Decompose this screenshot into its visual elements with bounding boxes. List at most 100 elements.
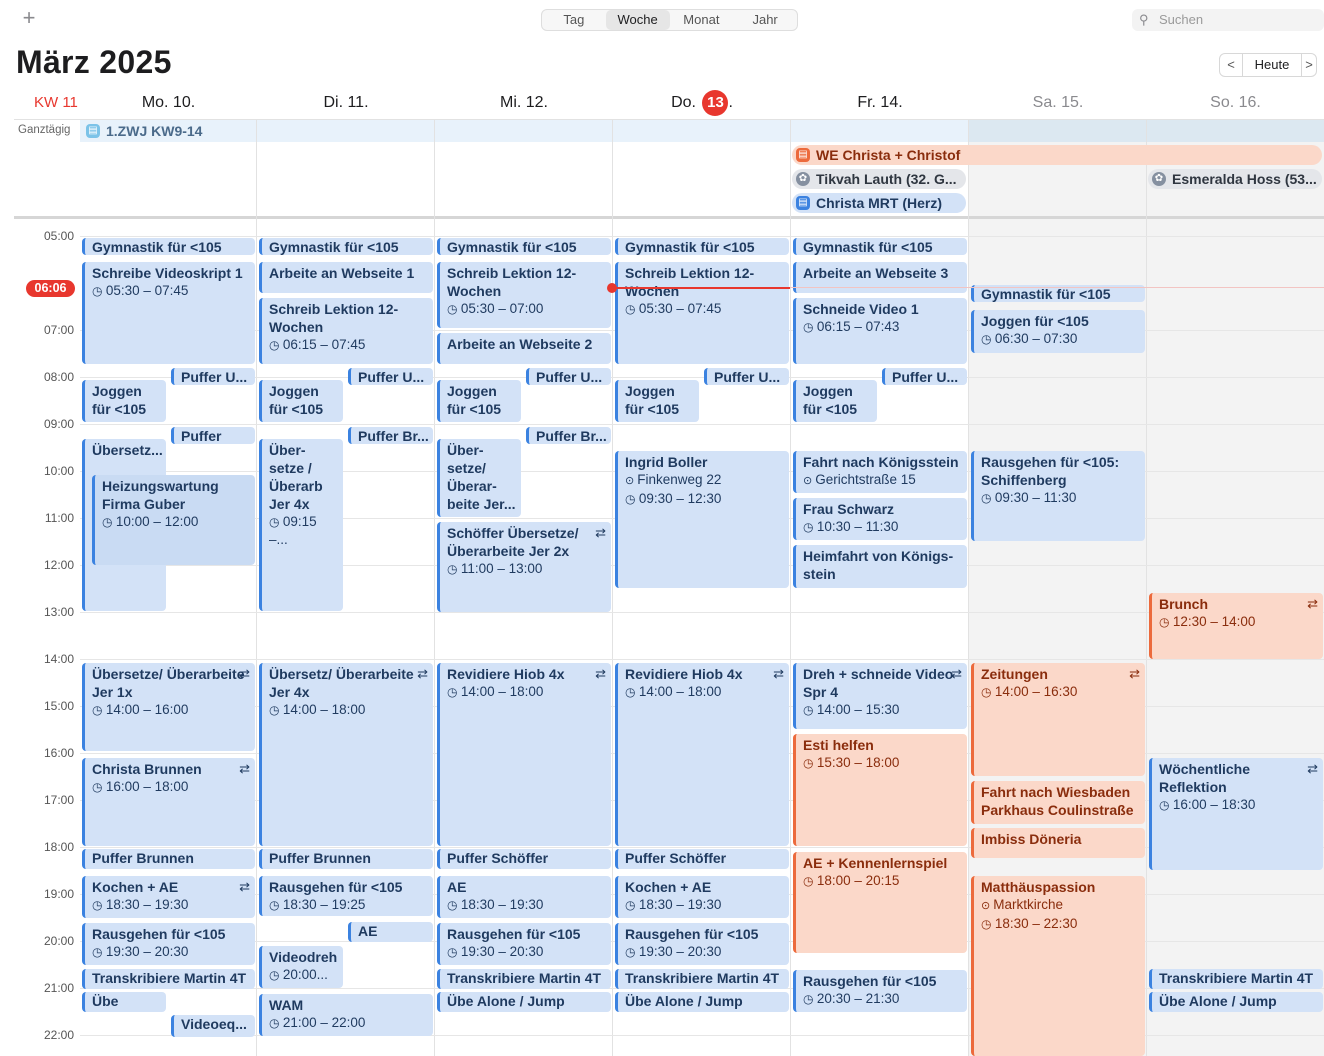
event-videoeq[interactable]: Videoeq... <box>171 1015 255 1037</box>
day-header-sat[interactable]: Sa. 15. <box>969 92 1147 114</box>
event-schiffenberg[interactable]: Rausgehen für <105: Schiffenberg09:30 – … <box>971 451 1145 541</box>
allday-event-we[interactable]: ▤ WE Christa + Christof <box>792 145 1322 165</box>
event-title: Joggen für <105 <box>447 383 502 417</box>
event-hiob[interactable]: Revidiere Hiob 4x14:00 – 18:00 ⇄ <box>615 663 789 846</box>
view-month-button[interactable]: Monat <box>670 10 734 30</box>
event-rausgehen[interactable]: Rausgehen für <10519:30 – 20:30 <box>82 923 255 965</box>
event-puffer[interactable]: Puffer U... <box>526 368 611 385</box>
event-webseite[interactable]: Arbeite an Webseite 1 <box>259 262 433 293</box>
event-puffer[interactable]: Puffer Br... <box>171 427 255 444</box>
event-matthaeuspassion[interactable]: MatthäuspassionMarktkirche18:30 – 22:30 <box>971 876 1145 1056</box>
event-gymnastik[interactable]: Gymnastik für <105 <box>437 238 611 255</box>
allday-event-esmeralda[interactable]: ✿ Esmeralda Hoss (53... <box>1148 169 1322 189</box>
event-joggen[interactable]: Joggen für <105 <box>437 380 521 422</box>
event-zeitungen[interactable]: Zeitungen14:00 – 16:30 ⇄ <box>971 663 1145 776</box>
event-wam[interactable]: WAM21:00 – 22:00 <box>259 994 433 1036</box>
event-schoeffer[interactable]: Schöffer Übersetze/ Überarbeite Jer 2x11… <box>437 522 611 612</box>
event-transkribiere[interactable]: Transkribiere Martin 4T <box>437 969 611 989</box>
view-year-button[interactable]: Jahr <box>733 10 797 30</box>
event-puffer[interactable]: Puffer Br... <box>526 427 611 444</box>
event-schneide-video[interactable]: Schneide Video 106:15 – 07:43 <box>793 298 967 364</box>
event-hiob[interactable]: Revidiere Hiob 4x14:00 – 18:00 ⇄ <box>437 663 611 846</box>
event-joggen[interactable]: Joggen für <10506:30 – 07:30 <box>971 310 1145 353</box>
event-fahrt[interactable]: Fahrt nach KönigssteinGerichtstraße 15 <box>793 451 967 493</box>
event-puffer[interactable]: Puffer U... <box>171 368 255 385</box>
prev-week-button[interactable]: < <box>1220 54 1243 76</box>
event-videodreh[interactable]: Videodreh20:00... <box>259 946 343 988</box>
event-puffer-schoeffer[interactable]: Puffer Schöffer <box>615 849 789 869</box>
event-kochen[interactable]: Kochen + AE18:30 – 19:30 ⇄ <box>82 876 255 918</box>
event-uebe[interactable]: Übe Alon... <box>82 992 166 1012</box>
event-ingrid[interactable]: Ingrid BollerFinkenweg 2209:30 – 12:30 <box>615 451 789 588</box>
day-header-mon[interactable]: Mo. 10. <box>80 92 257 114</box>
event-uebe[interactable]: Übe Alone / Jump <box>437 992 611 1012</box>
add-event-button[interactable]: + <box>18 6 40 30</box>
event-frau-schwarz[interactable]: Frau Schwarz10:30 – 11:30 <box>793 498 967 540</box>
event-puffer-brunnen[interactable]: Puffer Brunnen <box>82 849 255 869</box>
day-header-thu[interactable]: Do. 13. <box>613 90 791 116</box>
event-webseite[interactable]: Arbeite an Webseite 2 <box>437 333 611 364</box>
event-puffer[interactable]: Puffer U... <box>882 368 967 385</box>
event-rausgehen[interactable]: Rausgehen für <10519:30 – 20:30 <box>615 923 789 965</box>
allday-event-zwj[interactable]: ▤ 1.ZWJ KW9-14 <box>82 121 382 141</box>
event-puffer[interactable]: Puffer Br... <box>348 427 433 444</box>
day-header-wed[interactable]: Mi. 12. <box>435 92 613 114</box>
event-gymnastik[interactable]: Gymnastik für <105 <box>615 238 789 255</box>
event-kochen[interactable]: Kochen + AE18:30 – 19:30 <box>615 876 789 918</box>
event-heimfahrt[interactable]: Heimfahrt von Königs- stein <box>793 545 967 588</box>
event-lektion[interactable]: Schreib Lektion 12-Wochen05:30 – 07:45 <box>615 262 789 364</box>
event-ae[interactable]: AE <box>348 922 433 942</box>
day-header-fri[interactable]: Fr. 14. <box>791 92 969 114</box>
event-brunch[interactable]: Brunch12:30 – 14:00 ⇄ <box>1149 593 1323 659</box>
today-button[interactable]: Heute <box>1243 54 1302 76</box>
event-transkribiere[interactable]: Transkribiere Martin 4T <box>1149 969 1323 989</box>
event-gymnastik[interactable]: Gymnastik für <105 <box>793 238 967 255</box>
day-header-tue[interactable]: Di. 11. <box>257 92 435 114</box>
event-transkribiere[interactable]: Transkribiere Martin 4T <box>615 969 789 989</box>
event-christa[interactable]: Christa Brunnen16:00 – 18:00 ⇄ <box>82 758 255 846</box>
event-joggen[interactable]: Joggen für <105 <box>82 380 166 422</box>
event-ueber[interactable]: Über- setze/ Überar- beite Jer... <box>437 439 521 517</box>
event-rausgehen[interactable]: Rausgehen für <10519:30 – 20:30 <box>437 923 611 965</box>
event-jer[interactable]: Übersetze/ Überarbeite Jer 1x14:00 – 16:… <box>82 663 255 751</box>
event-lektion[interactable]: Schreib Lektion 12-Wochen06:15 – 07:45 <box>259 298 433 364</box>
event-transkribiere[interactable]: Transkribiere Martin 4T <box>82 969 255 989</box>
allday-event-tikvah[interactable]: ✿ Tikvah Lauth (32. G... <box>792 169 966 189</box>
event-uebe[interactable]: Übe Alone / Jump <box>615 992 789 1012</box>
view-week-button[interactable]: Woche <box>605 10 670 30</box>
search-field[interactable]: ⚲ Suchen <box>1132 9 1324 31</box>
event-heizung[interactable]: Heizungswartung Firma Guber10:00 – 12:00 <box>92 475 255 565</box>
event-esti[interactable]: Esti helfen15:30 – 18:00 <box>793 734 967 846</box>
event-gymnastik[interactable]: Gymnastik für <105 <box>82 238 255 255</box>
event-videoskript[interactable]: Schreibe Videoskript 105:30 – 07:45 <box>82 262 255 364</box>
event-uebe[interactable]: Übe Alone / Jump <box>1149 992 1323 1012</box>
event-dreh[interactable]: Dreh + schneide Video Spr 414:00 – 15:30… <box>793 663 967 729</box>
event-gymnastik[interactable]: Gymnastik für <105 <box>259 238 433 255</box>
event-joggen[interactable]: Joggen für <105 <box>615 380 699 422</box>
event-puffer-schoeffer[interactable]: Puffer Schöffer <box>437 849 611 869</box>
event-imbiss[interactable]: Imbiss Döneria <box>971 828 1145 858</box>
event-rausgehen[interactable]: Rausgehen für <10520:30 – 21:30 <box>793 970 967 1012</box>
time-label: 11:00 <box>44 511 74 525</box>
view-day-button[interactable]: Tag <box>542 10 606 30</box>
event-ae[interactable]: AE18:30 – 19:30 <box>437 876 611 918</box>
event-puffer-brunnen[interactable]: Puffer Brunnen <box>259 849 433 869</box>
day-header-sun[interactable]: So. 16. <box>1147 92 1324 114</box>
event-jer[interactable]: Übersetz/ Überarbeite Jer 4x14:00 – 18:0… <box>259 663 433 846</box>
event-joggen[interactable]: Joggen für <105 <box>259 380 343 422</box>
event-title: Joggen für <105 <box>803 383 858 417</box>
event-puffer[interactable]: Puffer U... <box>704 368 789 385</box>
magnifier-icon: ⚲ <box>1139 12 1149 27</box>
event-rausgehen[interactable]: Rausgehen für <10518:30 – 19:25 <box>259 876 433 916</box>
event-puffer[interactable]: Puffer U... <box>348 368 433 385</box>
event-lektion[interactable]: Schreib Lektion 12-Wochen05:30 – 07:00 <box>437 262 611 328</box>
event-reflektion[interactable]: Wöchentliche Reflektion16:00 – 18:30 ⇄ <box>1149 758 1323 870</box>
event-ueberarb[interactable]: Über- setze / Überarb Jer 4x09:15 –... <box>259 439 343 611</box>
allday-event-mrt[interactable]: ▤ Christa MRT (Herz) <box>792 193 966 213</box>
calendar-icon: ▤ <box>86 124 100 138</box>
event-kennenlernspiel[interactable]: AE + Kennenlernspiel18:00 – 20:15 <box>793 852 967 953</box>
next-week-button[interactable]: > <box>1302 54 1316 76</box>
event-wiesbaden[interactable]: Fahrt nach Wiesbaden Parkhaus Coulinstra… <box>971 781 1145 824</box>
event-webseite[interactable]: Arbeite an Webseite 3 <box>793 262 967 293</box>
event-joggen[interactable]: Joggen für <105 <box>793 380 877 422</box>
